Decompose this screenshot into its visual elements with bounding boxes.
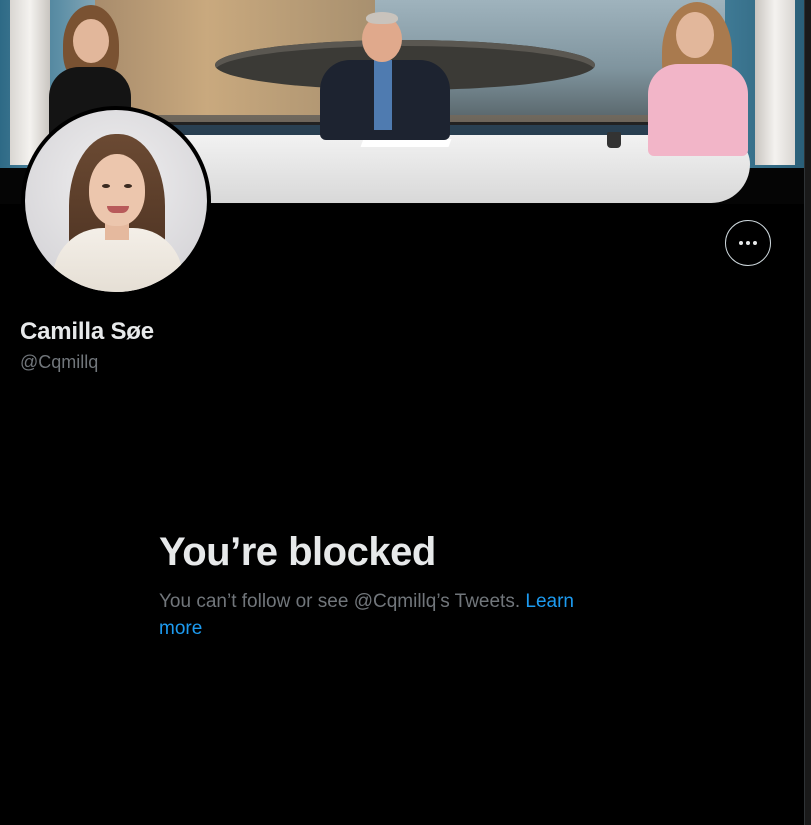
banner-cup [607,132,621,148]
more-horizontal-icon [739,241,757,245]
blocked-message: You can’t follow or see @Cqmillq’s Tweet… [159,588,619,642]
more-button[interactable] [725,220,771,266]
banner-papers [360,139,452,147]
profile-display-name: Camilla Søe [20,318,154,345]
blocked-message-text: You can’t follow or see @Cqmillq’s Tweet… [159,591,521,612]
banner-person-middle [300,10,450,140]
banner-person-right [640,0,750,160]
profile-avatar[interactable] [21,106,211,296]
scrollbar[interactable] [804,0,811,825]
profile-page: Camilla Søe @Cqmillq You’re blocked You … [0,0,811,825]
avatar-photo [25,110,207,292]
banner-pillar [755,0,795,165]
blocked-title: You’re blocked [159,530,436,574]
profile-handle: @Cqmillq [20,352,99,372]
